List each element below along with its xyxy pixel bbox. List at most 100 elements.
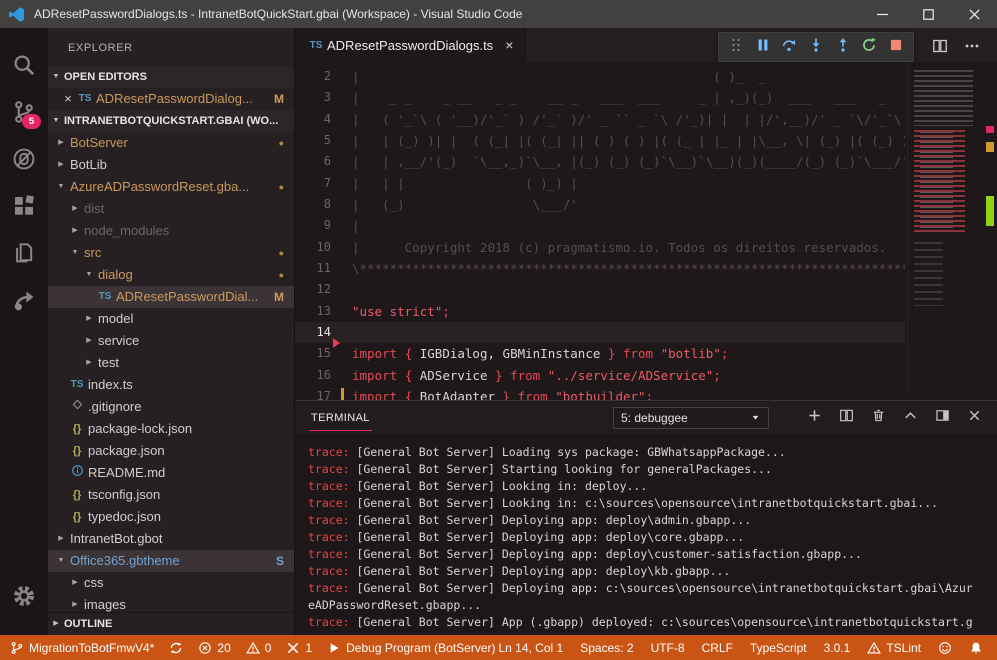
tslint-status[interactable]: TSLint <box>867 641 921 655</box>
pause-button[interactable] <box>752 36 774 58</box>
more-actions-button[interactable] <box>961 35 983 57</box>
code-editor[interactable]: 2| ( )_ _3| _ _ _ __ _ _ __ _ ___ ___ _ … <box>295 62 997 400</box>
tree-item[interactable]: ▶service <box>48 330 294 352</box>
encoding[interactable]: UTF-8 <box>651 641 685 655</box>
tree-item[interactable]: TSindex.ts <box>48 374 294 396</box>
search-button[interactable] <box>0 41 48 88</box>
code-line[interactable]: 17import { BotAdapter } from "botbuilder… <box>295 386 905 400</box>
tree-item[interactable]: ▶model <box>48 308 294 330</box>
tree-item[interactable]: TSADResetPasswordDial...M <box>48 286 294 308</box>
minimap-code-faint <box>914 242 943 306</box>
feedback[interactable] <box>938 641 952 655</box>
sync-status[interactable] <box>169 641 183 655</box>
tree-item[interactable]: .gitignore <box>48 396 294 418</box>
indentation[interactable]: Spaces: 2 <box>580 641 633 655</box>
tree-item[interactable]: {}package-lock.json <box>48 418 294 440</box>
extensions-button[interactable] <box>0 182 48 229</box>
code-line[interactable]: 8| (_) \___/' <box>295 194 905 215</box>
errors-status[interactable]: 20 <box>198 641 230 655</box>
close-window-button[interactable] <box>951 0 997 28</box>
code-line[interactable]: 5| | (_) )| | ( (_| |( (_| || ( ) ( ) |(… <box>295 130 905 151</box>
tree-item[interactable]: ▶BotServer● <box>48 132 294 154</box>
eol[interactable]: CRLF <box>702 641 733 655</box>
window-controls <box>859 0 997 28</box>
tree-item[interactable]: {}typedoc.json <box>48 506 294 528</box>
tree-item[interactable]: ▼dialog● <box>48 264 294 286</box>
code-line[interactable]: 3| _ _ _ __ _ _ __ _ ___ ___ _ | ,_)(_) … <box>295 87 905 108</box>
code-line[interactable]: 11\*************************************… <box>295 258 905 279</box>
notifications[interactable] <box>969 641 983 655</box>
code-line[interactable]: 9| <box>295 215 905 236</box>
code-line[interactable]: 6| | ,__/'(_) `\__,_)`\__, |(_) (_) (_)`… <box>295 151 905 172</box>
settings-gear-button[interactable] <box>0 572 48 619</box>
code-line[interactable]: 10| Copyright 2018 (c) pragmatismo.io. T… <box>295 237 905 258</box>
files-button[interactable] <box>0 229 48 276</box>
tree-item[interactable]: {}package.json <box>48 440 294 462</box>
tree-item[interactable]: ▶dist <box>48 198 294 220</box>
tree-item[interactable]: ▶test <box>48 352 294 374</box>
minimap[interactable] <box>907 62 983 392</box>
split-terminal-icon <box>839 408 854 428</box>
tree-item[interactable]: ▶BotLib <box>48 154 294 176</box>
code-line[interactable]: 2| ( )_ _ <box>295 66 905 87</box>
kill-terminal-button[interactable] <box>865 406 891 430</box>
code-line[interactable]: 4| ( '_`\ ( '__)/'_` ) /'_` )/' _ `` _ `… <box>295 109 905 130</box>
split-editor-button[interactable] <box>929 35 951 57</box>
close-panel-button[interactable] <box>961 406 987 430</box>
minimize-button[interactable] <box>859 0 905 28</box>
json-file-icon: {} <box>68 506 86 528</box>
maximize-panel-button[interactable] <box>897 406 923 430</box>
git-branch-status[interactable]: MigrationToBotFmwV4* <box>10 641 154 655</box>
warnings-status[interactable]: 0 <box>246 641 272 655</box>
tree-item[interactable]: ▶css <box>48 572 294 594</box>
tree-item[interactable]: ▼Office365.gbthemeS <box>48 550 294 572</box>
git-modified-dot: ● <box>279 176 284 198</box>
maximize-button[interactable] <box>905 0 951 28</box>
close-editor-icon[interactable]: × <box>60 88 76 110</box>
language-mode[interactable]: TypeScript <box>750 641 807 655</box>
drag-grip-button[interactable] <box>725 36 747 58</box>
close-tab-icon[interactable]: × <box>505 37 513 53</box>
cursor-position[interactable]: Ln 14, Col 1 <box>498 641 563 655</box>
tree-item-label: Office365.gbtheme <box>70 550 180 572</box>
code-line[interactable]: 16import { ADService } from "../service/… <box>295 365 905 386</box>
outline-header[interactable]: ▶ OUTLINE <box>48 612 294 635</box>
move-panel-button[interactable] <box>929 406 955 430</box>
debug-disabled-button[interactable] <box>0 135 48 182</box>
workspace-header[interactable]: ▼ INTRANETBOTQUICKSTART.GBAI (WO... <box>48 110 294 132</box>
terminal-select[interactable]: 5: debuggee <box>613 407 769 429</box>
open-editors-header[interactable]: ▼ OPEN EDITORS <box>48 66 294 88</box>
stop-button[interactable] <box>885 36 907 58</box>
tree-item[interactable]: ▶IntranetBot.gbot <box>48 528 294 550</box>
code-line[interactable]: 12 <box>295 279 905 300</box>
source-control-button[interactable]: 5 <box>0 88 48 135</box>
step-over-button[interactable] <box>778 36 800 58</box>
tree-item[interactable]: ▼src● <box>48 242 294 264</box>
chevron-collapsed-icon: ▶ <box>54 132 68 154</box>
code-line[interactable]: 15import { IGBDialog, GBMinInstance } fr… <box>295 343 905 364</box>
split-terminal-button[interactable] <box>833 406 859 430</box>
ts-version[interactable]: 3.0.1 <box>824 641 851 655</box>
status-label: Ln 14, Col 1 <box>498 641 563 655</box>
tab-adresetpassworddialogs[interactable]: TS ADResetPasswordDialogs.ts × <box>295 28 526 62</box>
code-line[interactable]: 7| | | ( )_) | <box>295 173 905 194</box>
tree-item-label: dist <box>84 198 104 220</box>
tree-item[interactable]: ▶node_modules <box>48 220 294 242</box>
tree-item[interactable]: {}tsconfig.json <box>48 484 294 506</box>
step-into-button[interactable] <box>805 36 827 58</box>
tab-terminal[interactable]: TERMINAL <box>309 404 372 431</box>
tree-item-label: tsconfig.json <box>88 484 160 506</box>
new-terminal-button[interactable] <box>801 406 827 430</box>
tree-item[interactable]: ▼AzureADPasswordReset.gba...● <box>48 176 294 198</box>
share-button[interactable] <box>0 276 48 323</box>
code-line[interactable]: 14 <box>295 322 905 343</box>
step-out-button[interactable] <box>832 36 854 58</box>
tree-item[interactable]: README.md <box>48 462 294 484</box>
status-label: CRLF <box>702 641 733 655</box>
debug-launch-status[interactable]: Debug Program (BotServer) <box>327 641 495 655</box>
open-editor-item[interactable]: × TS ADResetPasswordDialog... M <box>48 88 294 110</box>
code-line[interactable]: 13"use strict"; <box>295 301 905 322</box>
tasks-status[interactable]: 1 <box>286 641 312 655</box>
terminal-output[interactable]: trace: [General Bot Server] Loading sys … <box>295 434 997 631</box>
restart-button[interactable] <box>858 36 880 58</box>
